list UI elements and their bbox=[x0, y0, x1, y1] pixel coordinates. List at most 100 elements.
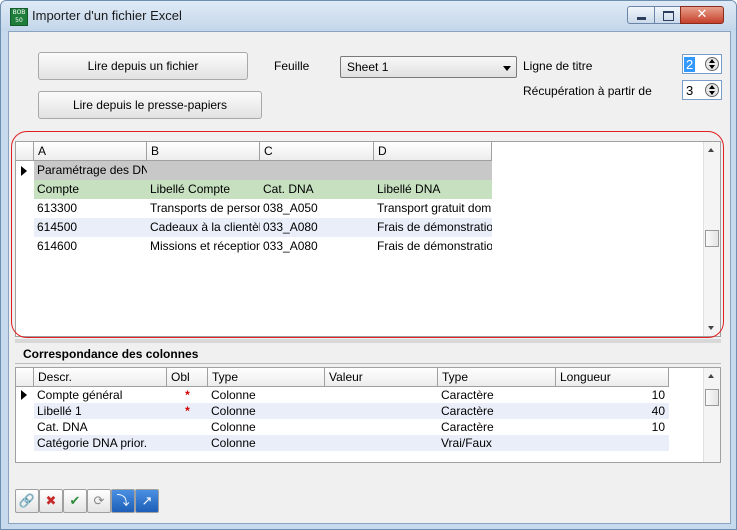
column-header[interactable]: Descr. bbox=[34, 368, 167, 387]
column-header[interactable]: Obl bbox=[167, 368, 208, 387]
table-cell[interactable]: Catégorie DNA prior. bbox=[34, 435, 167, 451]
table-row[interactable]: Paramétrage des DNA bbox=[16, 161, 492, 180]
row-selector[interactable] bbox=[16, 180, 34, 199]
excel-preview-grid[interactable]: A B C D Paramétrage des DNA Compte Libellé… bbox=[15, 141, 721, 337]
table-cell[interactable]: Compte général bbox=[34, 387, 167, 403]
row-selector[interactable] bbox=[16, 199, 34, 218]
table-cell[interactable]: Cat. DNA bbox=[260, 180, 374, 199]
read-from-clipboard-button[interactable]: Lire depuis le presse-papiers bbox=[38, 91, 262, 119]
required-mark[interactable]: * bbox=[167, 387, 208, 403]
scroll-up-icon[interactable] bbox=[708, 148, 714, 152]
splitter[interactable] bbox=[15, 339, 721, 343]
table-cell[interactable]: Cadeaux à la clientèle bbox=[147, 218, 260, 237]
column-header[interactable]: A bbox=[34, 142, 147, 161]
sheet-select[interactable]: Sheet 1 bbox=[340, 56, 517, 78]
column-header[interactable]: Valeur bbox=[325, 368, 438, 387]
column-header[interactable]: Type bbox=[438, 368, 556, 387]
table-row[interactable]: 614600 Missions et réceptions 033_A080 Frai… bbox=[16, 237, 492, 256]
row-selector[interactable] bbox=[16, 403, 34, 419]
table-row[interactable]: 613300Transports de personnel038_A050Tra… bbox=[16, 199, 492, 218]
table-cell[interactable]: Frais de démonstration bbox=[374, 237, 492, 256]
required-mark[interactable]: * bbox=[167, 403, 208, 419]
table-cell[interactable] bbox=[325, 387, 438, 403]
table-cell[interactable]: Libellé 1 bbox=[34, 403, 167, 419]
minimize-button[interactable] bbox=[627, 6, 655, 24]
list-item[interactable]: Compte général * Colonne Caractère 10 bbox=[16, 387, 669, 403]
scroll-down-icon[interactable] bbox=[708, 326, 714, 330]
table-cell[interactable]: Caractère bbox=[438, 387, 556, 403]
table-row[interactable]: Compte Libellé Compte Cat. DNA Libellé DNA bbox=[16, 180, 492, 199]
column-header[interactable]: Type bbox=[208, 368, 325, 387]
table-cell[interactable]: Libellé DNA bbox=[374, 180, 492, 199]
table-cell[interactable]: 10 bbox=[556, 387, 669, 403]
list-item[interactable]: Libellé 1 * Colonne Caractère 40 bbox=[16, 403, 669, 419]
row-selector[interactable] bbox=[16, 161, 34, 180]
table-cell[interactable]: Vrai/Faux bbox=[438, 435, 556, 451]
row-selector[interactable] bbox=[16, 419, 34, 435]
column-header[interactable]: B bbox=[147, 142, 260, 161]
row-selector[interactable] bbox=[16, 218, 34, 237]
table-cell[interactable]: 10 bbox=[556, 419, 669, 435]
table-cell[interactable]: 033_A080 bbox=[260, 237, 374, 256]
window-title: Importer d'un fichier Excel bbox=[32, 8, 182, 23]
table-cell[interactable]: Caractère bbox=[438, 403, 556, 419]
link-icon-button[interactable]: 🔗 bbox=[15, 489, 39, 513]
refresh-button[interactable]: ⟳ bbox=[87, 489, 111, 513]
scroll-up-icon[interactable] bbox=[708, 374, 714, 378]
column-mapping-grid[interactable]: Descr. Obl Type Valeur Type Longueur Com… bbox=[15, 367, 721, 463]
spin-arrows-icon[interactable] bbox=[705, 57, 719, 71]
list-item[interactable]: Cat. DNA Colonne Caractère 10 bbox=[16, 419, 669, 435]
table-cell[interactable]: Missions et réceptions bbox=[147, 237, 260, 256]
required-mark[interactable] bbox=[167, 419, 208, 435]
table-row[interactable]: 614500 Cadeaux à la clientèle 033_A080 Frai… bbox=[16, 218, 492, 237]
table-cell[interactable] bbox=[325, 403, 438, 419]
table-cell[interactable]: 614600 bbox=[34, 237, 147, 256]
vertical-scrollbar[interactable] bbox=[703, 368, 720, 462]
list-item[interactable]: Catégorie DNA prior. Colonne Vrai/Faux bbox=[16, 435, 669, 451]
table-cell[interactable] bbox=[147, 161, 260, 180]
table-cell[interactable]: 613300 bbox=[34, 199, 147, 218]
close-button[interactable]: ✕ bbox=[680, 6, 724, 24]
export-button[interactable]: ↗ bbox=[135, 489, 159, 513]
table-cell[interactable] bbox=[374, 161, 492, 180]
table-cell[interactable]: Colonne bbox=[208, 419, 325, 435]
start-row-stepper[interactable]: 3 bbox=[682, 80, 722, 100]
table-cell[interactable]: Colonne bbox=[208, 387, 325, 403]
scrollbar-thumb[interactable] bbox=[705, 230, 719, 247]
read-from-file-button[interactable]: Lire depuis un fichier bbox=[38, 52, 248, 80]
cancel-button[interactable]: ✖ bbox=[39, 489, 63, 513]
row-selector[interactable] bbox=[16, 387, 34, 403]
table-cell[interactable]: Caractère bbox=[438, 419, 556, 435]
column-header[interactable]: Longueur bbox=[556, 368, 669, 387]
table-cell[interactable] bbox=[556, 435, 669, 451]
validate-button[interactable]: ✔ bbox=[63, 489, 87, 513]
table-cell[interactable]: 038_A050 bbox=[260, 199, 374, 218]
scrollbar-thumb[interactable] bbox=[705, 389, 719, 406]
table-cell[interactable]: Colonne bbox=[208, 435, 325, 451]
table-cell[interactable]: Libellé Compte bbox=[147, 180, 260, 199]
table-cell[interactable]: 40 bbox=[556, 403, 669, 419]
table-cell[interactable]: Transports de personnel bbox=[147, 199, 260, 218]
table-cell[interactable]: Colonne bbox=[208, 403, 325, 419]
row-selector[interactable] bbox=[16, 237, 34, 256]
table-cell[interactable]: Frais de démonstration bbox=[374, 218, 492, 237]
maximize-button[interactable] bbox=[654, 6, 681, 24]
title-bar[interactable]: BOB 50 Importer d'un fichier Excel ✕ bbox=[1, 1, 736, 31]
import-button[interactable]: ⤵ bbox=[111, 489, 135, 513]
title-row-stepper[interactable]: 2 bbox=[682, 54, 722, 74]
table-cell[interactable]: Paramétrage des DNA bbox=[34, 161, 147, 180]
spin-arrows-icon[interactable] bbox=[705, 83, 719, 97]
table-cell[interactable] bbox=[325, 419, 438, 435]
table-cell[interactable]: 033_A080 bbox=[260, 218, 374, 237]
row-selector[interactable] bbox=[16, 435, 34, 451]
table-cell[interactable]: Transport gratuit domicile bbox=[374, 199, 492, 218]
table-cell[interactable] bbox=[325, 435, 438, 451]
table-cell[interactable]: 614500 bbox=[34, 218, 147, 237]
table-cell[interactable]: Compte bbox=[34, 180, 147, 199]
table-cell[interactable]: Cat. DNA bbox=[34, 419, 167, 435]
column-header[interactable]: C bbox=[260, 142, 374, 161]
column-header[interactable]: D bbox=[374, 142, 492, 161]
required-mark[interactable] bbox=[167, 435, 208, 451]
vertical-scrollbar[interactable] bbox=[703, 142, 720, 336]
table-cell[interactable] bbox=[260, 161, 374, 180]
